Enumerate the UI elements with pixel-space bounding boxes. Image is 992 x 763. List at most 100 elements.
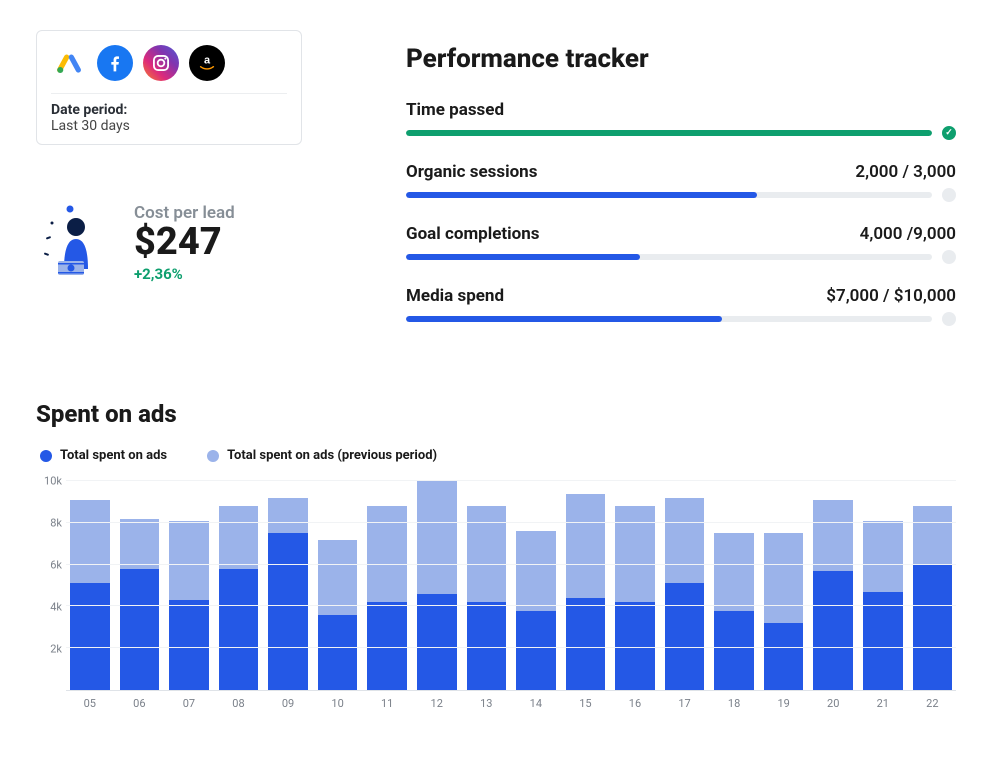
amazon-icon: a [189,45,225,81]
bar-segment-current [417,594,457,690]
bar-group [70,481,110,690]
chart-legend: Total spent on ads Total spent on ads (p… [36,448,956,463]
x-tick: 05 [70,697,110,710]
legend-dot-icon [40,450,52,462]
bar-group [268,481,308,690]
bar-segment-current [714,611,754,690]
x-tick: 18 [714,697,754,710]
progress-bar [406,192,932,198]
bar-segment-previous [714,533,754,610]
legend-item-current: Total spent on ads [40,448,167,463]
bar-group [913,481,953,690]
metric-value: 2,000 / 3,000 [855,162,956,182]
metric-name: Organic sessions [406,162,537,182]
bar-group [516,481,556,690]
instagram-icon [143,45,179,81]
bar-segment-current [318,615,358,690]
bar-segment-current [764,623,804,690]
x-tick: 17 [665,697,705,710]
progress-bar [406,254,932,260]
date-period-label: Date period: [51,102,287,118]
bar-segment-current [566,598,606,690]
person-money-icon [42,203,112,283]
bar-segment-previous [417,481,457,594]
bar-segment-previous [913,506,953,565]
metric-value: 4,000 /9,000 [860,224,956,244]
x-tick: 13 [467,697,507,710]
bar-segment-current [913,565,953,690]
bar-segment-previous [318,540,358,615]
bar-segment-current [268,533,308,690]
metric-name: Goal completions [406,224,540,244]
metric-row: Organic sessions 2,000 / 3,000 [406,162,956,202]
x-tick: 21 [863,697,903,710]
metric-value: $7,000 / $10,000 [826,286,956,306]
bar-group [367,481,407,690]
bar-group [566,481,606,690]
x-tick: 06 [120,697,160,710]
legend-label: Total spent on ads [60,448,167,463]
cpl-value: $247 [134,223,235,263]
bar-group [615,481,655,690]
legend-item-previous: Total spent on ads (previous period) [207,448,437,463]
bar-segment-previous [120,519,160,569]
bar-group [467,481,507,690]
bar-segment-current [169,600,209,690]
bar-segment-previous [467,506,507,602]
bar-segment-previous [566,494,606,598]
bar-group [120,481,160,690]
bar-segment-current [615,602,655,690]
data-source-card: a Date period: Last 30 days [36,30,302,145]
bar-segment-current [813,571,853,690]
bar-segment-current [367,602,407,690]
metric-name: Time passed [406,100,504,120]
bar-segment-previous [367,506,407,602]
goal-dot-icon [942,188,956,202]
bar-segment-previous [516,531,556,610]
bar-segment-current [516,611,556,690]
x-tick: 12 [417,697,457,710]
metric-row: Goal completions 4,000 /9,000 [406,224,956,264]
bar-segment-current [665,583,705,690]
x-tick: 07 [169,697,209,710]
bar-segment-current [863,592,903,690]
x-tick: 20 [813,697,853,710]
bar-group [219,481,259,690]
cpl-delta: +2,36% [134,265,235,283]
bar-segment-current [219,569,259,690]
y-tick: 4k [50,601,62,614]
check-icon: ✓ [942,126,956,140]
bar-group [714,481,754,690]
y-tick: 10k [44,475,62,488]
metric-row: Time passed ✓ [406,100,956,140]
bar-segment-current [467,602,507,690]
x-tick: 11 [367,697,407,710]
cost-per-lead-card: Cost per lead $247 +2,36% [36,203,346,283]
metric-row: Media spend$7,000 / $10,000 [406,286,956,326]
bar-segment-current [70,583,110,690]
bar-group [318,481,358,690]
bar-segment-previous [665,498,705,584]
goal-dot-icon [942,312,956,326]
bar-segment-previous [70,500,110,584]
bar-group [169,481,209,690]
goal-dot-icon [942,250,956,264]
progress-bar [406,130,932,136]
date-period-value: Last 30 days [51,118,287,134]
bar-segment-previous [268,498,308,534]
bar-group [863,481,903,690]
bar-segment-previous [813,500,853,571]
y-tick: 8k [50,517,62,530]
x-tick: 16 [615,697,655,710]
legend-label: Total spent on ads (previous period) [227,448,437,463]
x-tick: 10 [318,697,358,710]
legend-dot-icon [207,450,219,462]
performance-tracker-title: Performance tracker [406,44,956,74]
bar-group [764,481,804,690]
x-tick: 09 [268,697,308,710]
x-tick: 08 [219,697,259,710]
x-tick: 19 [764,697,804,710]
bar-segment-previous [219,506,259,569]
x-tick: 14 [516,697,556,710]
performance-metrics-list: Time passed ✓ Organic sessions 2,000 / 3,00… [406,100,956,326]
